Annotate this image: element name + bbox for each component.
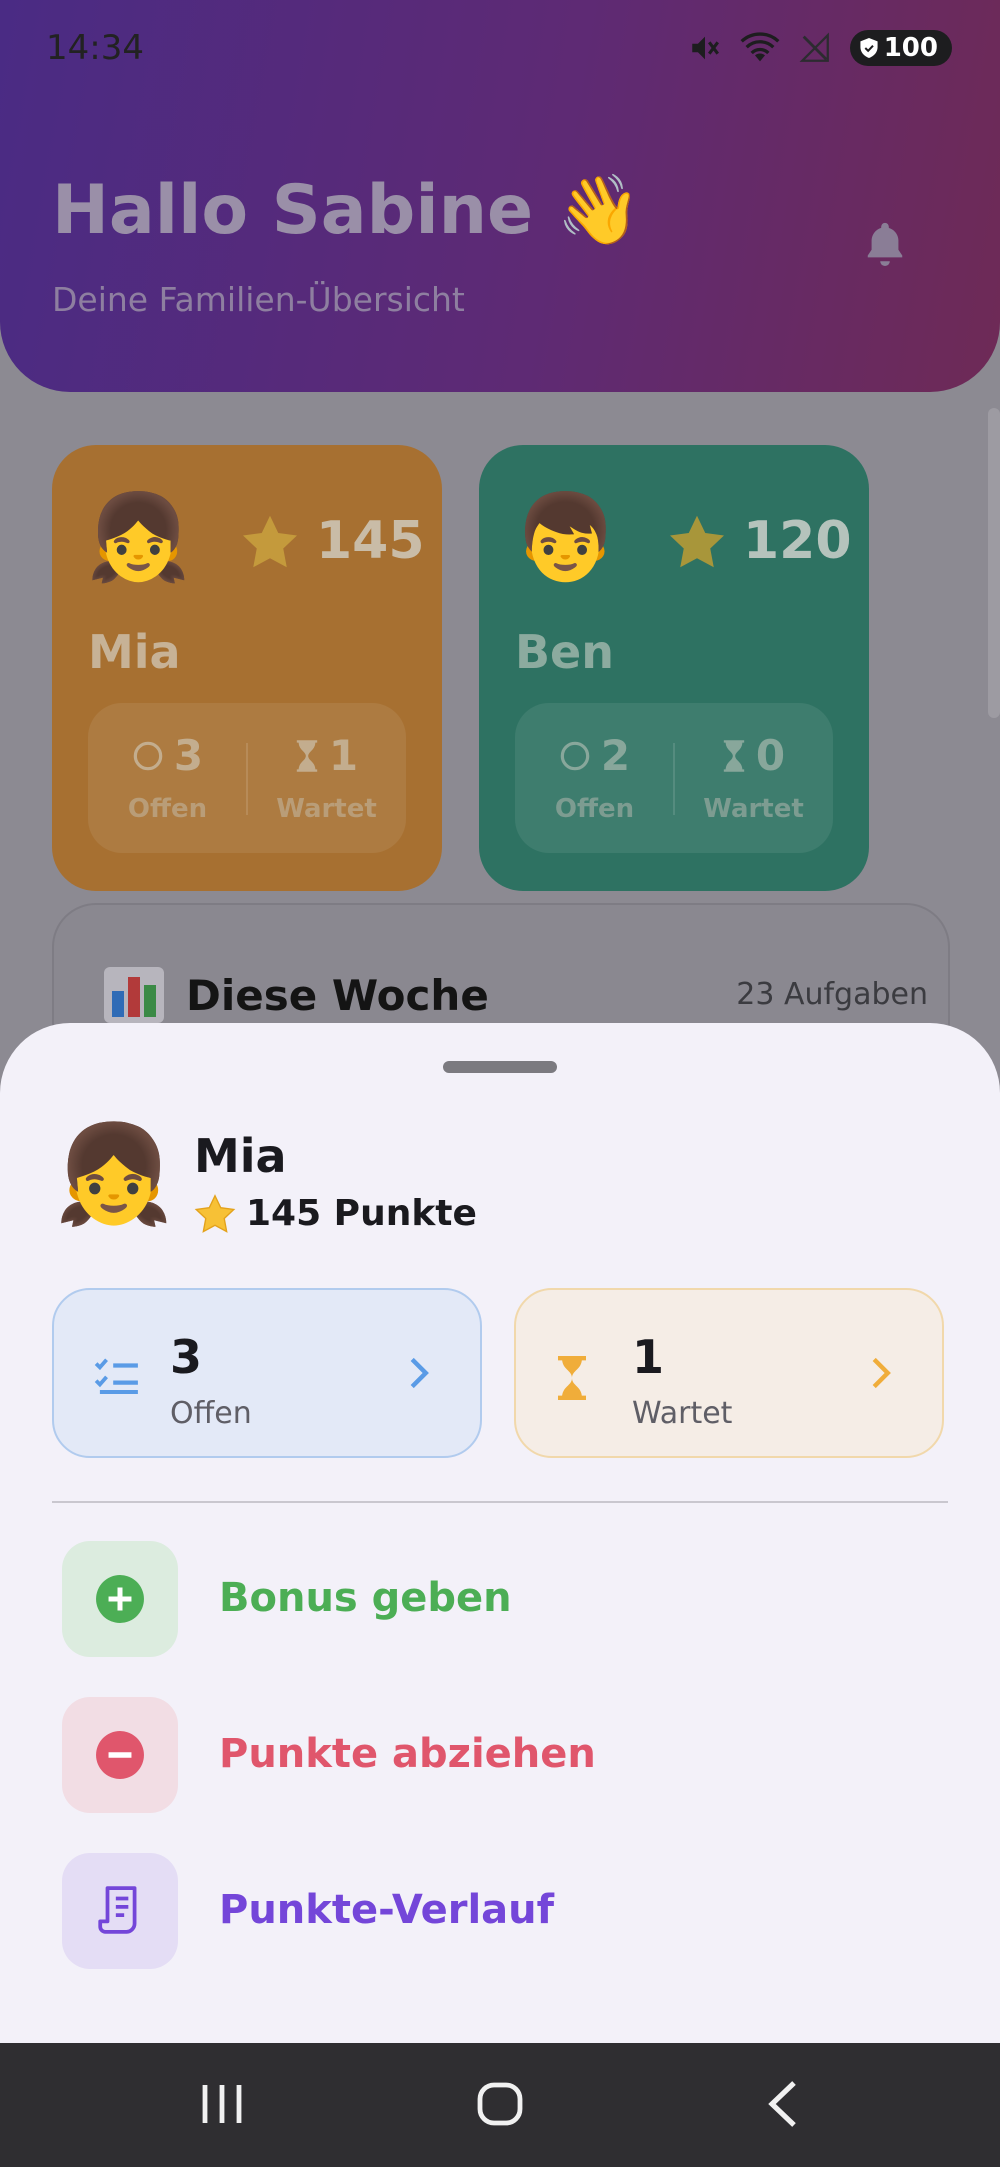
week-count: 23 Aufgaben	[736, 977, 928, 1012]
no-signal-icon	[799, 32, 829, 62]
plus-circle-icon	[96, 1575, 144, 1623]
chevron-right-icon	[872, 1357, 891, 1389]
hourglass-icon	[296, 739, 318, 772]
hourglass-icon	[558, 1356, 586, 1400]
child-points: 145	[316, 511, 425, 571]
star-icon	[243, 515, 297, 568]
greeting-title: Hallo Sabine 👋	[52, 171, 642, 250]
sheet-child-name: Mia	[194, 1129, 287, 1183]
bell-icon[interactable]	[862, 218, 908, 270]
waiting-tasks-label: Wartet	[632, 1396, 733, 1431]
status-time: 14:34	[46, 28, 144, 68]
shield-icon	[860, 38, 878, 58]
circle-icon	[560, 741, 590, 770]
action-icon-box	[62, 1697, 178, 1813]
home-icon[interactable]	[476, 2079, 524, 2129]
points-history-button[interactable]: Punkte-Verlauf	[62, 1853, 942, 1969]
child-card-mia[interactable]: 👧 145 Mia 3 Offen 1 Wartet	[52, 445, 442, 891]
circle-icon	[133, 741, 163, 770]
child-card-ben[interactable]: 👦 120 Ben 2 Offen 0 Wartet	[479, 445, 869, 891]
child-stats: 3 Offen 1 Wartet	[88, 703, 406, 853]
points-history-label: Punkte-Verlauf	[219, 1887, 555, 1933]
child-stats: 2 Offen 0 Wartet	[515, 703, 833, 853]
minus-circle-icon	[96, 1731, 144, 1779]
status-icons: 100	[688, 30, 952, 66]
week-title: Diese Woche	[186, 971, 489, 1020]
battery-indicator: 100	[849, 30, 952, 66]
waiting-count: 0	[755, 731, 786, 780]
waiting-stat: 0 Wartet	[674, 731, 833, 824]
status-bar: 14:34 100	[0, 0, 1000, 96]
child-bottom-sheet: 👧 Mia 145 Punkte 3 Offen 1 Wartet Bonus …	[0, 1023, 1000, 2043]
give-bonus-label: Bonus geben	[219, 1575, 512, 1621]
open-count: 3	[173, 731, 204, 780]
header: 14:34 100 Hallo Sabine 👋 Deine Familien-…	[0, 0, 1000, 392]
star-icon	[194, 1193, 236, 1233]
avatar: 👦	[513, 490, 618, 584]
avatar: 👧	[54, 1121, 174, 1228]
mute-icon	[691, 36, 719, 60]
checklist-icon	[94, 1358, 138, 1394]
bar-chart-icon	[104, 967, 164, 1023]
action-icon-box	[62, 1853, 178, 1969]
greeting-subtitle: Deine Familien-Übersicht	[52, 280, 465, 319]
recent-apps-icon[interactable]	[199, 2079, 245, 2129]
waiting-label: Wartet	[703, 794, 804, 824]
scrollbar[interactable]	[988, 408, 1000, 718]
drag-handle[interactable]	[443, 1061, 557, 1073]
battery-level: 100	[883, 33, 938, 63]
avatar: 👧	[86, 490, 191, 584]
waiting-tasks-count: 1	[632, 1330, 665, 1384]
wifi-icon	[740, 32, 780, 62]
open-label: Offen	[127, 794, 208, 824]
hourglass-icon	[723, 739, 745, 772]
give-bonus-button[interactable]: Bonus geben	[62, 1541, 942, 1657]
open-count: 2	[600, 731, 631, 780]
chevron-right-icon	[410, 1357, 429, 1389]
sheet-points-row: 145 Punkte	[194, 1193, 477, 1234]
deduct-points-label: Punkte abziehen	[219, 1731, 596, 1777]
divider	[52, 1501, 948, 1503]
child-name: Ben	[515, 625, 615, 679]
open-tasks-count: 3	[170, 1330, 203, 1384]
waiting-stat: 1 Wartet	[247, 731, 406, 824]
star-icon	[670, 515, 724, 568]
open-label: Offen	[554, 794, 635, 824]
action-icon-box	[62, 1541, 178, 1657]
waiting-count: 1	[328, 731, 359, 780]
child-points: 120	[743, 511, 852, 571]
waiting-tasks-tile[interactable]: 1 Wartet	[514, 1288, 944, 1458]
open-tasks-tile[interactable]: 3 Offen	[52, 1288, 482, 1458]
child-name: Mia	[88, 625, 181, 679]
open-stat: 2 Offen	[515, 731, 674, 824]
waiting-label: Wartet	[276, 794, 377, 824]
receipt-icon	[98, 1886, 137, 1934]
system-nav-bar	[0, 2043, 1000, 2167]
open-tasks-label: Offen	[170, 1396, 252, 1431]
open-stat: 3 Offen	[88, 731, 247, 824]
back-icon[interactable]	[764, 2079, 800, 2129]
sheet-points: 145 Punkte	[246, 1193, 477, 1234]
deduct-points-button[interactable]: Punkte abziehen	[62, 1697, 942, 1813]
